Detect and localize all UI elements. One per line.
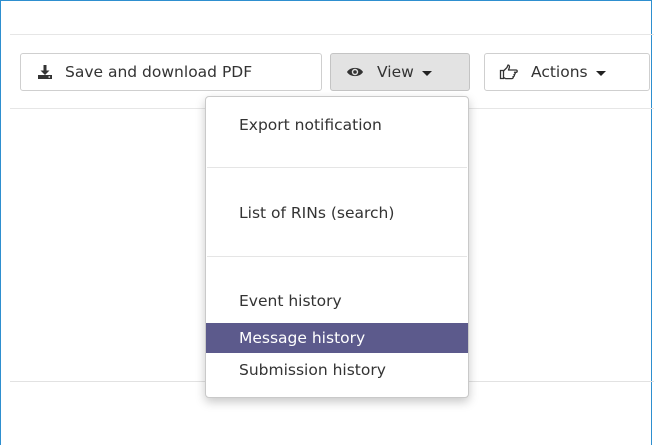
menu-item-list-of-rins[interactable]: List of RINs (search): [206, 201, 468, 225]
save-and-download-pdf-button[interactable]: Save and download PDF: [20, 53, 322, 91]
menu-item-label: Message history: [239, 329, 366, 347]
menu-divider: [207, 167, 467, 168]
top-divider: [10, 34, 654, 35]
view-dropdown-button[interactable]: View: [330, 53, 470, 91]
chevron-down-icon: [595, 70, 606, 76]
view-dropdown-menu: Export notification List of RINs (search…: [205, 96, 469, 398]
menu-item-label: Submission history: [239, 361, 386, 379]
hand-pointing-icon: [499, 62, 519, 82]
menu-item-submission-history[interactable]: Submission history: [206, 358, 468, 382]
menu-item-message-history[interactable]: Message history: [206, 323, 468, 353]
view-button-label: View: [377, 63, 414, 81]
actions-button-label: Actions: [531, 63, 588, 81]
download-icon: [35, 62, 55, 82]
eye-icon: [345, 62, 365, 82]
menu-item-export-notification[interactable]: Export notification: [206, 113, 468, 137]
menu-item-label: List of RINs (search): [239, 204, 395, 222]
menu-item-label: Export notification: [239, 116, 382, 134]
menu-item-label: Event history: [239, 292, 342, 310]
save-button-label: Save and download PDF: [65, 63, 253, 81]
menu-item-event-history[interactable]: Event history: [206, 289, 468, 313]
chevron-down-icon: [421, 70, 432, 76]
menu-divider: [207, 256, 467, 257]
actions-dropdown-button[interactable]: Actions: [484, 53, 650, 91]
